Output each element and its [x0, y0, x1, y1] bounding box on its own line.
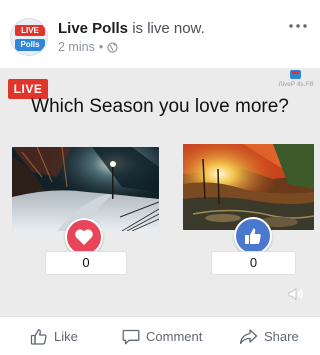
- page-avatar[interactable]: LIVE Polls: [10, 18, 48, 56]
- timestamp[interactable]: 2 mins: [58, 40, 95, 54]
- watermark-text: ЛiveP·lls.FB: [278, 81, 314, 88]
- live-video-stage[interactable]: LIVE ЛiveP·lls.FB Which Season you love …: [0, 68, 320, 316]
- comment-label: Comment: [146, 329, 203, 344]
- like-label: Like: [54, 329, 78, 344]
- heart-vote-count: 0: [45, 251, 127, 275]
- share-arrow-icon: [239, 328, 258, 344]
- poll-question: Which Season you love more?: [31, 96, 289, 117]
- post-title: Live Polls is live now.: [58, 20, 205, 37]
- watermark-logo-icon: [290, 70, 301, 79]
- post-action-bar: Like Comment Share: [0, 316, 320, 355]
- heart-icon: [75, 229, 93, 245]
- like-button[interactable]: Like: [30, 317, 78, 355]
- more-horizontal-icon[interactable]: [288, 20, 308, 32]
- globe-icon: [107, 41, 118, 53]
- meta-separator: •: [98, 40, 104, 54]
- comment-button[interactable]: Comment: [122, 317, 202, 355]
- avatar-live-label: LIVE: [15, 25, 45, 36]
- comment-icon: [122, 329, 140, 344]
- live-status-text: is live now.: [128, 20, 205, 37]
- share-button[interactable]: Share: [239, 317, 299, 355]
- avatar-polls-label: Polls: [15, 39, 45, 51]
- page-name-link[interactable]: Live Polls: [58, 20, 128, 37]
- channel-watermark: ЛiveP·lls.FB: [276, 70, 316, 92]
- thumbs-up-icon: [245, 228, 261, 244]
- like-vote-button[interactable]: [234, 217, 272, 255]
- like-vote-count: 0: [211, 251, 296, 275]
- post-meta: 2 mins •: [58, 40, 118, 54]
- volume-icon[interactable]: [287, 285, 305, 303]
- thumbs-up-outline-icon: [30, 328, 47, 345]
- post-header: LIVE Polls Live Polls is live now. 2 min…: [0, 0, 320, 68]
- share-label: Share: [264, 329, 299, 344]
